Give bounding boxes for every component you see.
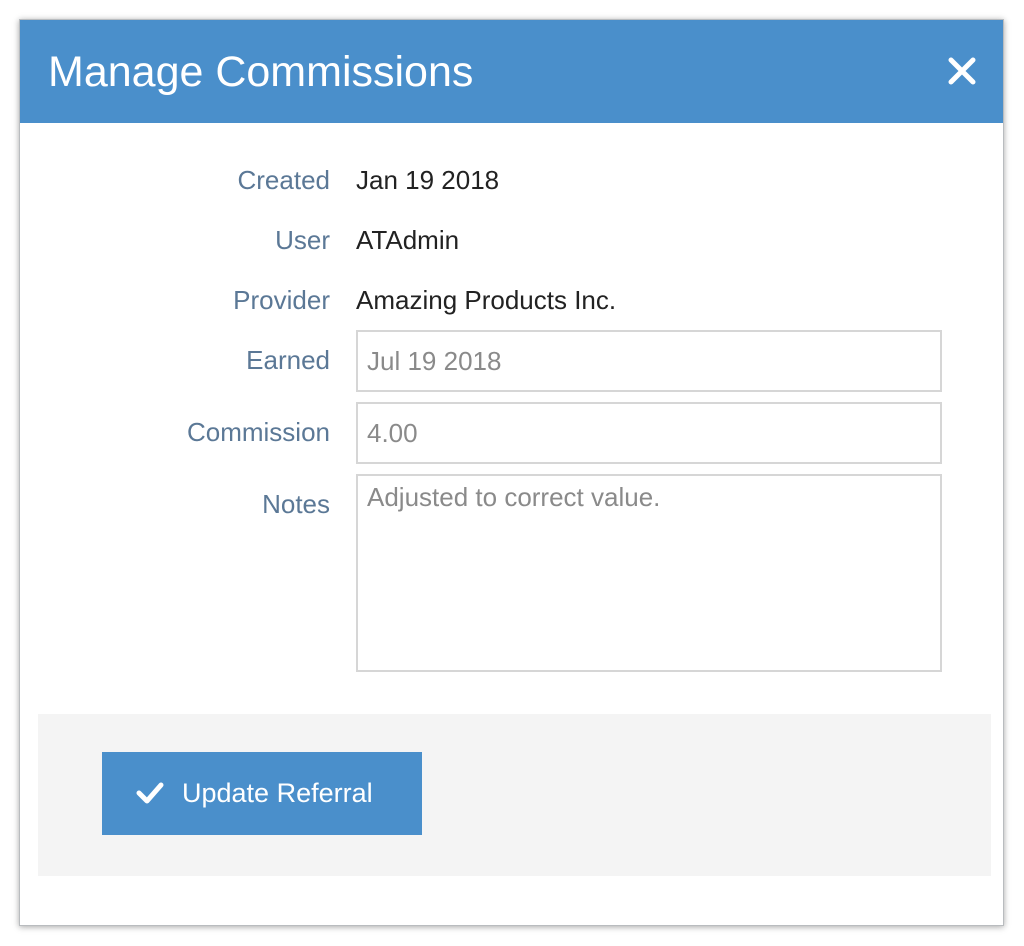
earned-label: Earned <box>246 345 330 375</box>
close-button[interactable] <box>947 56 977 86</box>
checkmark-icon <box>136 782 164 804</box>
update-referral-label: Update Referral <box>182 778 373 808</box>
close-icon <box>948 57 976 85</box>
update-referral-button[interactable]: Update Referral <box>102 752 422 835</box>
manage-commissions-dialog: Manage Commissions Created Jan 19 2018 U… <box>19 19 1004 926</box>
dialog-title: Manage Commissions <box>48 48 474 96</box>
earned-date-input[interactable] <box>356 330 942 392</box>
commission-label: Commission <box>186 417 330 447</box>
user-value: ATAdmin <box>356 225 460 255</box>
commission-row: Commission <box>20 402 1003 464</box>
created-label: Created <box>237 165 331 195</box>
notes-row: Notes Adjusted to correct value. <box>20 474 1003 672</box>
created-value: Jan 19 2018 <box>356 165 500 195</box>
dialog-footer: Update Referral <box>38 714 991 876</box>
dialog-header: Manage Commissions <box>20 20 1003 123</box>
notes-textarea[interactable]: Adjusted to correct value. <box>356 474 942 672</box>
commission-input[interactable] <box>356 402 942 464</box>
user-row: User ATAdmin <box>20 225 1003 261</box>
notes-label: Notes <box>262 489 330 519</box>
provider-row: Provider Amazing Products Inc. <box>20 285 1003 321</box>
created-row: Created Jan 19 2018 <box>20 165 1003 201</box>
provider-value: Amazing Products Inc. <box>356 285 617 315</box>
earned-row: Earned <box>20 330 1003 392</box>
provider-label: Provider <box>233 285 330 315</box>
user-label: User <box>275 225 330 255</box>
